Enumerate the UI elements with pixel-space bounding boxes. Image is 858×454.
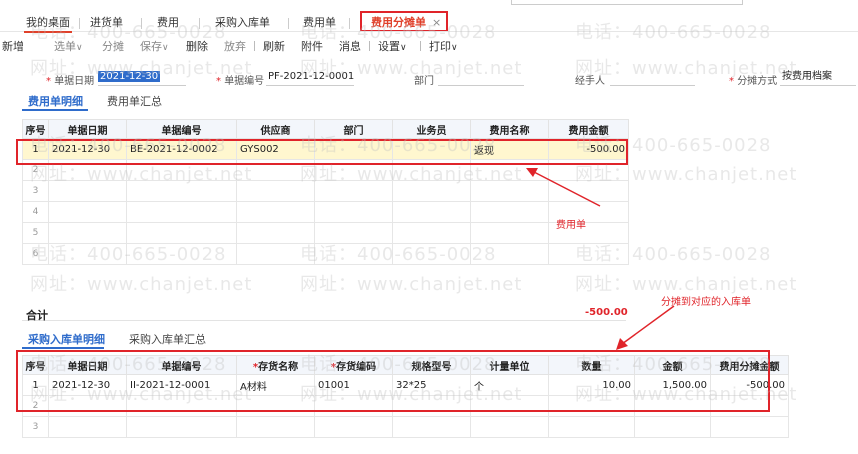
row-number: 6	[22, 243, 49, 265]
department-field[interactable]	[438, 85, 524, 86]
select-bill-label: 选单	[54, 40, 76, 53]
row-number: 3	[22, 180, 49, 202]
chevron-down-icon: ∨	[76, 43, 83, 53]
required-mark: *	[46, 76, 51, 87]
chevron-down-icon: ∨	[162, 43, 169, 53]
toolbar-divider	[369, 41, 370, 51]
refresh-button[interactable]: 刷新	[263, 38, 285, 54]
number-label: * 单据编号	[216, 72, 264, 87]
attachment-button[interactable]: 附件	[301, 38, 323, 54]
tab-expense-detail[interactable]: 费用单明细	[28, 93, 83, 109]
chevron-down-icon: ∨	[451, 43, 458, 53]
expense-tab-indicator	[22, 109, 88, 111]
annotation-arrow	[616, 305, 675, 350]
tab-divider	[349, 18, 350, 29]
row-number: 3	[22, 416, 49, 438]
expense-table-header: 序号 单据日期 单据编号 供应商 部门 业务员 费用名称 费用金额	[22, 119, 629, 139]
watermark-site: 网址：www.chanjet.net	[300, 274, 523, 295]
required-mark: *	[216, 76, 221, 87]
tab-expense[interactable]: 费用	[157, 15, 179, 31]
row-number: 5	[22, 222, 49, 244]
table-row[interactable]: 6	[22, 243, 629, 265]
annotation-arrow	[526, 168, 601, 207]
department-label: 部门	[414, 76, 434, 87]
column-header: 单据日期	[48, 119, 127, 139]
toolbar-divider	[420, 41, 421, 51]
allocate-button[interactable]: 分摊	[102, 38, 124, 54]
table-row[interactable]: 5	[22, 222, 629, 244]
date-value: 2021-12-30	[98, 71, 161, 82]
top-search-field[interactable]	[511, 0, 743, 5]
date-label: * 单据日期	[46, 72, 94, 87]
save-button[interactable]: 保存∨	[140, 38, 169, 54]
method-label-text: 分摊方式	[737, 76, 778, 87]
column-header: 供应商	[236, 119, 315, 139]
expense-bill-annotation: 费用单	[556, 220, 586, 231]
settings-label: 设置	[378, 40, 400, 53]
column-header: 序号	[22, 119, 49, 139]
print-label: 打印	[429, 40, 451, 53]
delete-button[interactable]: 删除	[186, 38, 208, 54]
date-field-underline	[98, 85, 186, 86]
tab-expense-summary[interactable]: 费用单汇总	[107, 93, 162, 109]
receipt-tab-indicator	[22, 347, 104, 349]
table-row[interactable]: 3	[22, 416, 789, 438]
required-mark: *	[729, 76, 734, 87]
tab-strip-border	[0, 31, 858, 32]
method-label: * 分摊方式	[729, 72, 777, 87]
toolbar-divider	[254, 41, 255, 51]
message-button[interactable]: 消息	[339, 38, 361, 54]
total-bar	[22, 304, 626, 321]
tab-expense-bill[interactable]: 费用单	[303, 15, 336, 31]
handler-field[interactable]	[610, 85, 695, 86]
column-header: 部门	[314, 119, 393, 139]
watermark-site: 网址：www.chanjet.net	[30, 274, 253, 295]
handler-label: 经手人	[575, 76, 605, 87]
date-label-text: 单据日期	[54, 76, 95, 87]
settings-button[interactable]: 设置∨	[378, 38, 407, 54]
tab-strip: 我的桌面 进货单 费用 采购入库单 费用单 费用分摊单 ×	[0, 0, 858, 33]
tab-receipt-detail[interactable]: 采购入库单明细	[28, 331, 105, 347]
column-header: 业务员	[392, 119, 471, 139]
tab-divider	[141, 18, 142, 29]
number-field[interactable]: PF-2021-12-0001	[268, 69, 354, 84]
column-header: 费用名称	[470, 119, 549, 139]
tab-receipt-summary[interactable]: 采购入库单汇总	[129, 331, 206, 347]
new-button[interactable]: 新增	[2, 38, 24, 54]
chevron-down-icon: ∨	[400, 43, 407, 53]
tab-my-desktop[interactable]: 我的桌面	[26, 15, 70, 31]
column-header: 费用金额	[548, 119, 629, 139]
home-tab-indicator	[24, 31, 72, 33]
method-field-underline	[780, 85, 856, 86]
receipt-highlight-box	[16, 350, 770, 412]
save-label: 保存	[140, 40, 162, 53]
active-tab-highlight-box	[360, 11, 448, 32]
tab-divider	[79, 18, 80, 29]
total-label: 合计	[26, 309, 48, 322]
tab-divider	[199, 18, 200, 29]
date-field[interactable]: 2021-12-30	[98, 69, 161, 84]
number-field-underline	[266, 85, 354, 86]
select-bill-button[interactable]: 选单∨	[54, 38, 83, 54]
number-label-text: 单据编号	[224, 76, 265, 87]
print-button[interactable]: 打印∨	[429, 38, 458, 54]
toolbar: 新增 选单∨ 分摊 保存∨ 删除 放弃 刷新 附件 消息 设置∨ 打印∨	[0, 34, 858, 54]
row-number: 4	[22, 201, 49, 223]
tab-divider	[288, 18, 289, 29]
discard-button[interactable]: 放弃	[224, 38, 246, 54]
tab-purchase-order[interactable]: 进货单	[90, 15, 123, 31]
tab-purchase-receipt[interactable]: 采购入库单	[215, 15, 270, 31]
allocation-method-field[interactable]: 按费用档案	[782, 69, 832, 84]
column-header: 单据编号	[126, 119, 237, 139]
